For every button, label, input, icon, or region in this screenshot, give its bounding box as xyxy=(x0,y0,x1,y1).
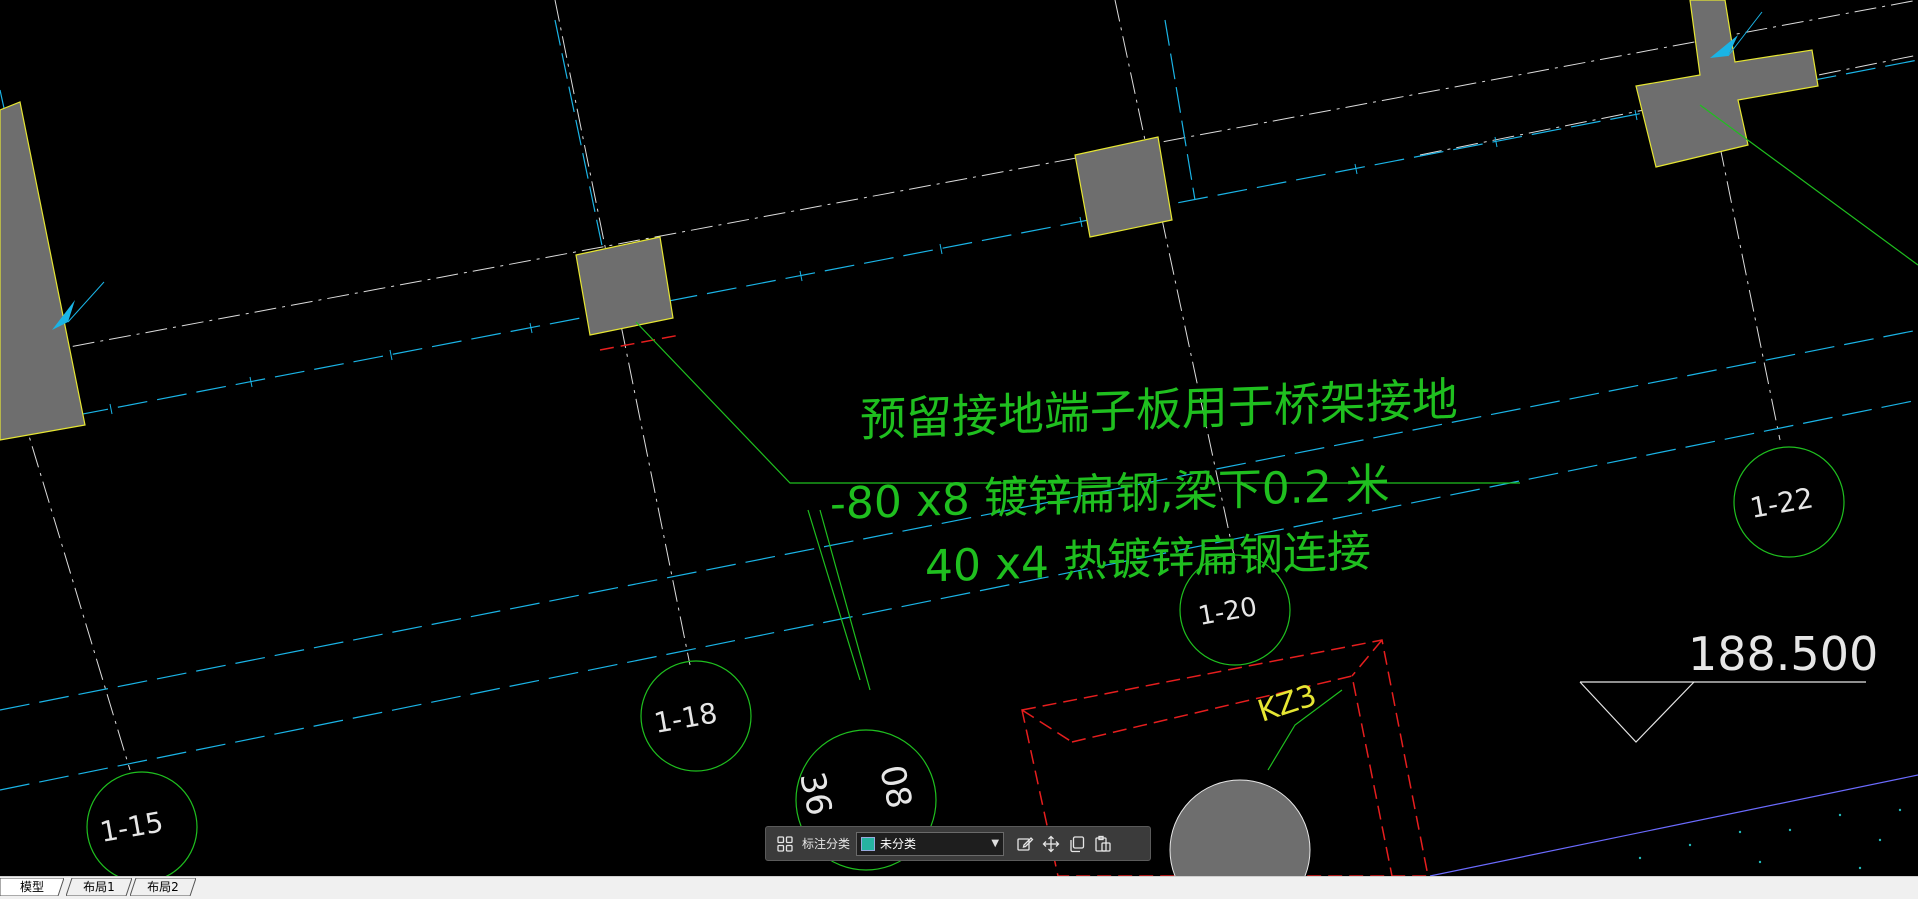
move-icon[interactable] xyxy=(1038,831,1064,857)
columns xyxy=(0,0,1819,441)
annotation-line2: -80 x8 镀锌扁钢,梁下0.2 米 xyxy=(830,459,1390,530)
elevation-value: 188.500 xyxy=(1688,627,1878,681)
copy-icon[interactable] xyxy=(1064,831,1090,857)
tab-model[interactable]: 模型 xyxy=(0,878,64,896)
grid-label-1-15: 1-15 xyxy=(97,805,165,849)
category-value: 未分类 xyxy=(880,837,917,851)
category-label: 标注分类 xyxy=(802,837,851,851)
drawing-canvas[interactable]: 预留接地端子板用于桥架接地 -80 x8 镀锌扁钢,梁下0.2 米 40 x4 … xyxy=(0,0,1918,876)
grid-label-1-18: 1-18 xyxy=(651,696,719,740)
annotation-line3: 40 x4 热镀锌扁钢连接 xyxy=(925,526,1371,593)
tab-layout1[interactable]: 布局1 xyxy=(66,878,132,896)
layout-tabbar: 模型 布局1 布局2 xyxy=(0,876,1918,899)
grid-label-1-20: 1-20 xyxy=(1196,592,1259,632)
edit-icon[interactable] xyxy=(1012,831,1038,857)
tab-layout2[interactable]: 布局2 xyxy=(130,878,196,896)
grid-label-08: 08 xyxy=(871,762,919,813)
category-swatch xyxy=(861,836,876,851)
boundary-line xyxy=(1429,774,1918,876)
annotation-toolbar: 标注分类 未分类 ▼ xyxy=(765,826,1151,861)
category-select[interactable]: 未分类 ▼ xyxy=(856,831,1005,856)
arrow-markers xyxy=(52,35,1738,330)
cad-drawing: 预留接地端子板用于桥架接地 -80 x8 镀锌扁钢,梁下0.2 米 40 x4 … xyxy=(0,0,1918,876)
column-tag: KZ3 xyxy=(1254,678,1321,730)
elevation-symbol xyxy=(1579,681,1866,743)
paste-icon[interactable] xyxy=(1090,831,1116,857)
annotation-line1: 预留接地端子板用于桥架接地 xyxy=(860,372,1458,447)
grid-icon[interactable] xyxy=(772,831,798,857)
pile-circle xyxy=(1169,779,1311,876)
tab-layout1-label: 布局1 xyxy=(83,880,115,894)
grid-label-1-22: 1-22 xyxy=(1747,481,1815,525)
tab-model-label: 模型 xyxy=(19,880,44,894)
chevron-down-icon: ▼ xyxy=(991,838,1000,849)
hatch-dots xyxy=(1638,808,1902,870)
tab-layout2-label: 布局2 xyxy=(147,880,179,894)
grid-label-36: 36 xyxy=(791,769,839,820)
